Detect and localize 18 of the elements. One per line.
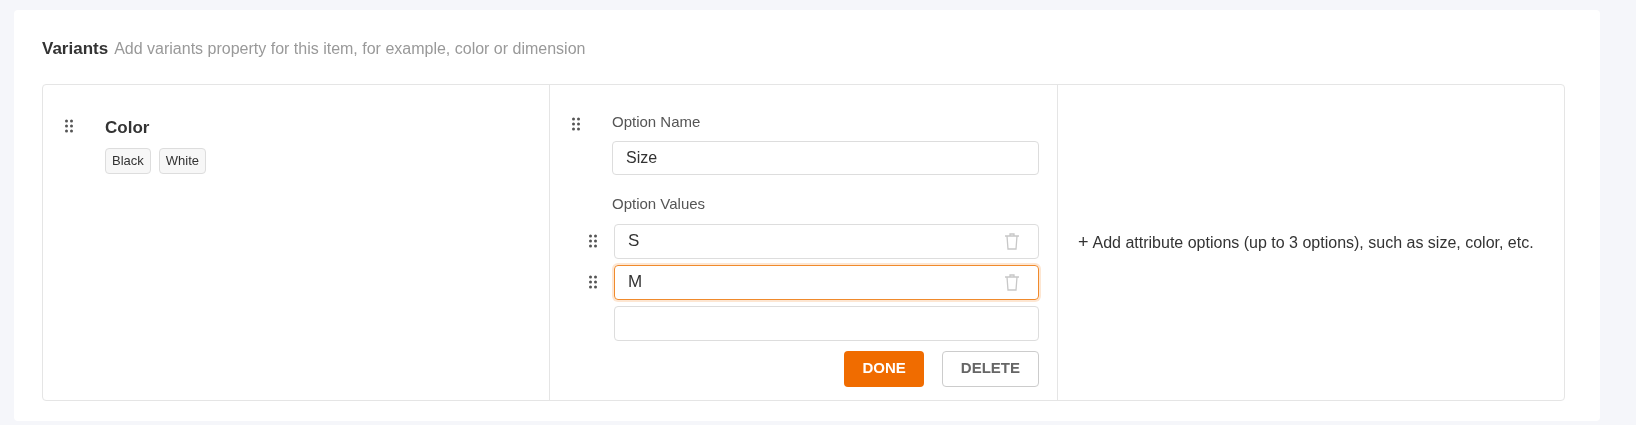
- option-value-tag: White: [158, 148, 207, 174]
- drag-handle-icon[interactable]: [572, 116, 580, 131]
- option-name: Color: [105, 116, 151, 139]
- option-value-tag: Black: [105, 148, 151, 174]
- option-value-field[interactable]: [614, 305, 1039, 341]
- option-name-field[interactable]: Size: [612, 141, 1039, 175]
- drag-handle-icon[interactable]: [589, 275, 597, 289]
- section-description: Add variants property for this item, for example, color or dimension: [114, 39, 586, 59]
- add-option-link[interactable]: + Add attribute options (up to 3 options), such as size, color, etc.: [1078, 229, 1538, 255]
- drag-handle-icon[interactable]: [589, 234, 597, 248]
- delete-button[interactable]: DELETE: [941, 350, 1039, 387]
- field-label: Option Values: [612, 194, 707, 214]
- section-title: Variants: [42, 38, 109, 60]
- plus-icon: +: [1078, 231, 1089, 252]
- drag-handle-icon[interactable]: [65, 118, 73, 133]
- option-value-field[interactable]: M: [614, 264, 1039, 300]
- option-value-field[interactable]: S: [614, 223, 1039, 259]
- field-label: Option Name: [612, 111, 702, 132]
